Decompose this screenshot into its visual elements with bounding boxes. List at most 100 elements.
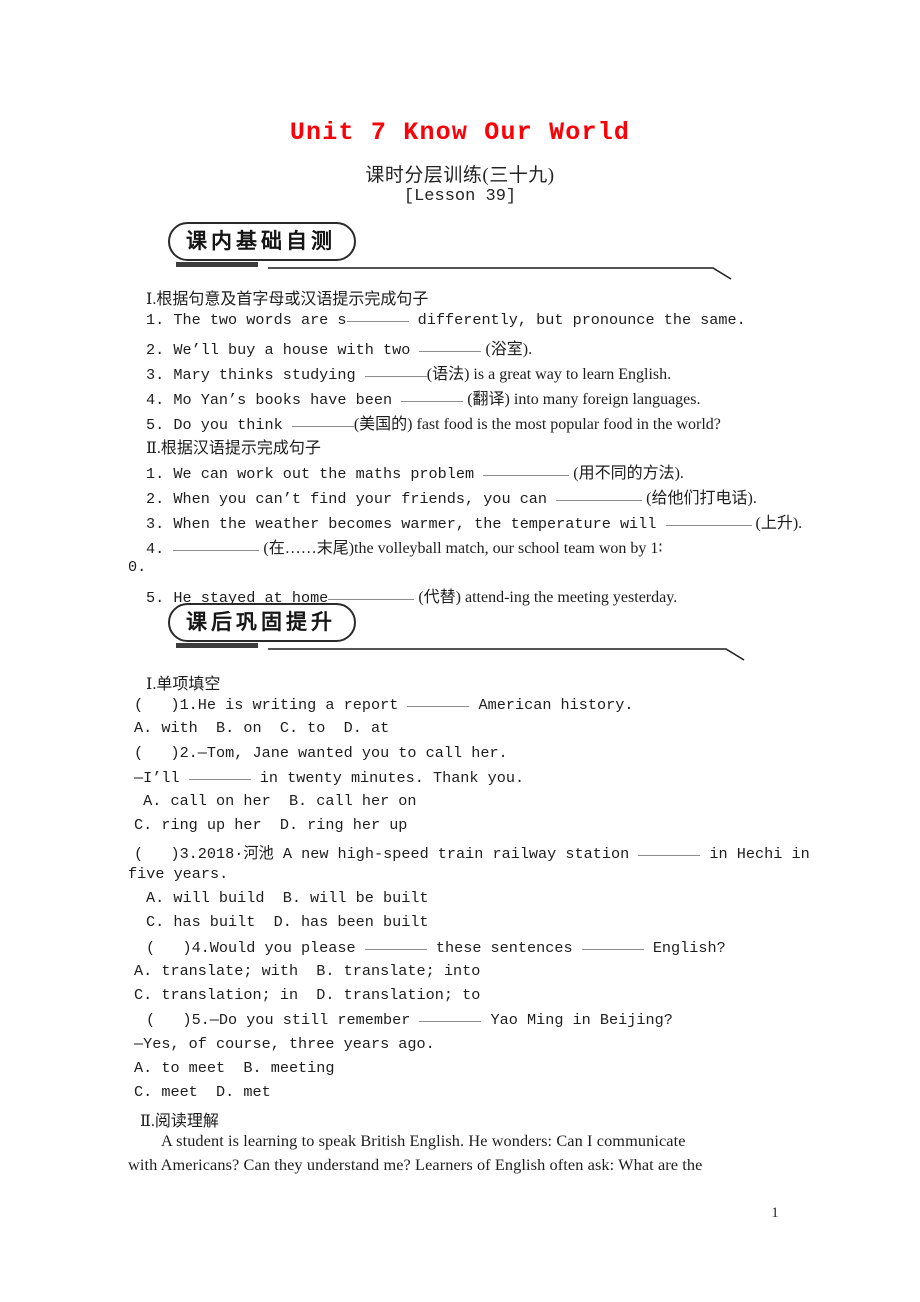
item-number: 2.: [146, 490, 165, 508]
mcq-stem-pre: ( )3.2018·河池 A new high-speed train rail…: [134, 845, 639, 863]
answer-blank[interactable]: [407, 695, 470, 707]
question-item: 4. Mo Yan’s books have been (翻译) into ma…: [146, 385, 701, 409]
item-number: 1.: [146, 465, 165, 483]
answer-blank[interactable]: [173, 539, 260, 551]
item-text-post: (在……末尾)the volleyball match, our school …: [259, 540, 663, 557]
item-text-pre: Mo Yan’s books have been: [173, 391, 402, 409]
part-heading-2-2: Ⅱ.阅读理解: [140, 1113, 219, 1130]
question-item: 5. Do you think (美国的) fast food is the m…: [146, 410, 721, 434]
item-text-pre: We can work out the maths problem: [173, 465, 484, 483]
item-text-pre: When you can’t find your friends, you ca…: [173, 490, 557, 508]
item-text-pre: The two words are s: [173, 311, 347, 329]
mcq-stem: ( )3.2018·河池 A new high-speed train rail…: [134, 841, 810, 863]
mcq-options[interactable]: C. meet D. met: [134, 1083, 271, 1101]
item-text-post: (浴室).: [481, 341, 533, 358]
mcq-stem: ( )2.—Tom, Jane wanted you to call her.: [134, 744, 508, 762]
part-heading-2-1: Ⅰ.单项填空: [146, 676, 221, 693]
answer-blank[interactable]: [638, 844, 701, 856]
mcq-options[interactable]: C. translation; in D. translation; to: [134, 986, 480, 1004]
section-badge-label-2: 课后巩固提升: [186, 610, 336, 634]
lesson-label: [Lesson 39]: [403, 187, 517, 206]
answer-blank[interactable]: [401, 390, 464, 402]
mcq-stem-pre: ( )5.—Do you still remember: [146, 1011, 420, 1029]
mcq-stem-post: in Hechi in: [700, 845, 810, 863]
item-text-post: (语法) is a great way to learn English.: [426, 366, 672, 383]
answer-blank[interactable]: [364, 365, 427, 377]
item-text-post: (翻译) into many foreign languages.: [463, 391, 701, 408]
passage-line: A student is learning to speak British E…: [161, 1131, 686, 1150]
mcq-options[interactable]: C. has built D. has been built: [146, 913, 429, 931]
answer-blank[interactable]: [556, 489, 643, 501]
mcq-stem-line2-post: in twenty minutes. Thank you.: [250, 769, 525, 787]
item-number: 4.: [146, 540, 165, 558]
item-number: 1.: [146, 311, 165, 329]
question-item: 1. The two words are s differently, but …: [146, 310, 746, 329]
mcq-stem-line2: —Yes, of course, three years ago.: [134, 1035, 435, 1053]
question-item: 1. We can work out the maths problem (用不…: [146, 459, 684, 483]
answer-blank[interactable]: [665, 514, 752, 526]
item-text-post: (给他们打电话).: [642, 490, 757, 507]
answer-blank[interactable]: [483, 464, 570, 476]
answer-blank[interactable]: [419, 1010, 482, 1022]
item-text-post: (美国的) fast food is the most popular food…: [353, 416, 721, 433]
answer-blank[interactable]: [419, 340, 482, 352]
item-text-pre: When the weather becomes warmer, the tem…: [173, 515, 666, 533]
part-heading-1-1: Ⅰ.根据句意及首字母或汉语提示完成句子: [146, 291, 429, 308]
mcq-stem-post: English?: [643, 939, 726, 957]
mcq-stem: ( )1.He is writing a report American his…: [134, 695, 633, 714]
page-title: Unit 7 Know Our World: [289, 118, 631, 147]
question-item: 3. When the weather becomes warmer, the …: [146, 509, 802, 533]
mcq-options[interactable]: A. will build B. will be built: [146, 889, 429, 907]
mcq-stem: ( )4.Would you please these sentences En…: [146, 938, 726, 957]
item-text-post: (用不同的方法).: [569, 465, 684, 482]
mcq-options[interactable]: A. with B. on C. to D. at: [134, 719, 389, 737]
mcq-options[interactable]: A. to meet B. meeting: [134, 1059, 335, 1077]
section-badge-label-1: 课内基础自测: [186, 229, 336, 253]
item-number: 5.: [146, 589, 165, 607]
question-item-wrap: 0.: [128, 558, 147, 576]
mcq-stem-line2-pre: —I’ll: [134, 769, 189, 787]
item-number: 5.: [146, 416, 165, 434]
section-badge-underline-1: [176, 262, 258, 267]
mcq-stem-post: Yao Ming in Beijing?: [481, 1011, 673, 1029]
worksheet-page: Unit 7 Know Our World 课时分层训练(三十九) [Lesso…: [0, 0, 920, 1302]
mcq-options[interactable]: C. ring up her D. ring her up: [134, 816, 407, 834]
section-header-2: 课后巩固提升: [168, 603, 868, 661]
answer-blank[interactable]: [346, 310, 409, 322]
section-badge-underline-2: [176, 643, 258, 648]
mcq-stem-pre: ( )4.Would you please: [146, 939, 365, 957]
answer-blank[interactable]: [581, 938, 644, 950]
mcq-stem: ( )5.—Do you still remember Yao Ming in …: [146, 1010, 673, 1029]
mcq-stem-wrap: five years.: [128, 865, 229, 883]
item-number: 3.: [146, 515, 165, 533]
part-heading-1-2: Ⅱ.根据汉语提示完成句子: [146, 440, 321, 457]
item-text-post: (上升).: [751, 515, 803, 532]
section-header-1: 课内基础自测: [168, 222, 868, 280]
section-badge-1: 课内基础自测: [168, 222, 356, 261]
item-text-pre: Mary thinks studying: [173, 366, 365, 384]
mcq-options[interactable]: A. translate; with B. translate; into: [134, 962, 480, 980]
item-number: 2.: [146, 341, 165, 359]
answer-blank[interactable]: [291, 415, 354, 427]
item-text-pre: We’ll buy a house with two: [173, 341, 420, 359]
section-badge-2: 课后巩固提升: [168, 603, 356, 642]
question-item: 2. We’ll buy a house with two (浴室).: [146, 335, 532, 359]
mcq-stem-mid: these sentences: [426, 939, 582, 957]
mcq-stem-line2: —I’ll in twenty minutes. Thank you.: [134, 768, 524, 787]
item-number: 3.: [146, 366, 165, 384]
item-number: 4.: [146, 391, 165, 409]
item-text-pre: Do you think: [173, 416, 292, 434]
question-item: 2. When you can’t find your friends, you…: [146, 484, 757, 508]
answer-blank[interactable]: [188, 768, 251, 780]
question-item: 3. Mary thinks studying (语法) is a great …: [146, 360, 671, 384]
mcq-stem-pre: ( )1.He is writing a report: [134, 696, 408, 714]
answer-blank[interactable]: [364, 938, 427, 950]
page-number: 1: [771, 1205, 779, 1221]
passage-line: with Americans? Can they understand me? …: [128, 1155, 703, 1174]
question-item: 4. (在……末尾)the volleyball match, our scho…: [146, 534, 663, 558]
item-text-post: differently, but pronounce the same.: [408, 311, 746, 329]
page-subtitle: 课时分层训练(三十九): [365, 165, 555, 186]
mcq-stem-post: American history.: [469, 696, 634, 714]
mcq-options[interactable]: A. call on her B. call her on: [134, 792, 416, 810]
answer-blank[interactable]: [328, 588, 415, 600]
